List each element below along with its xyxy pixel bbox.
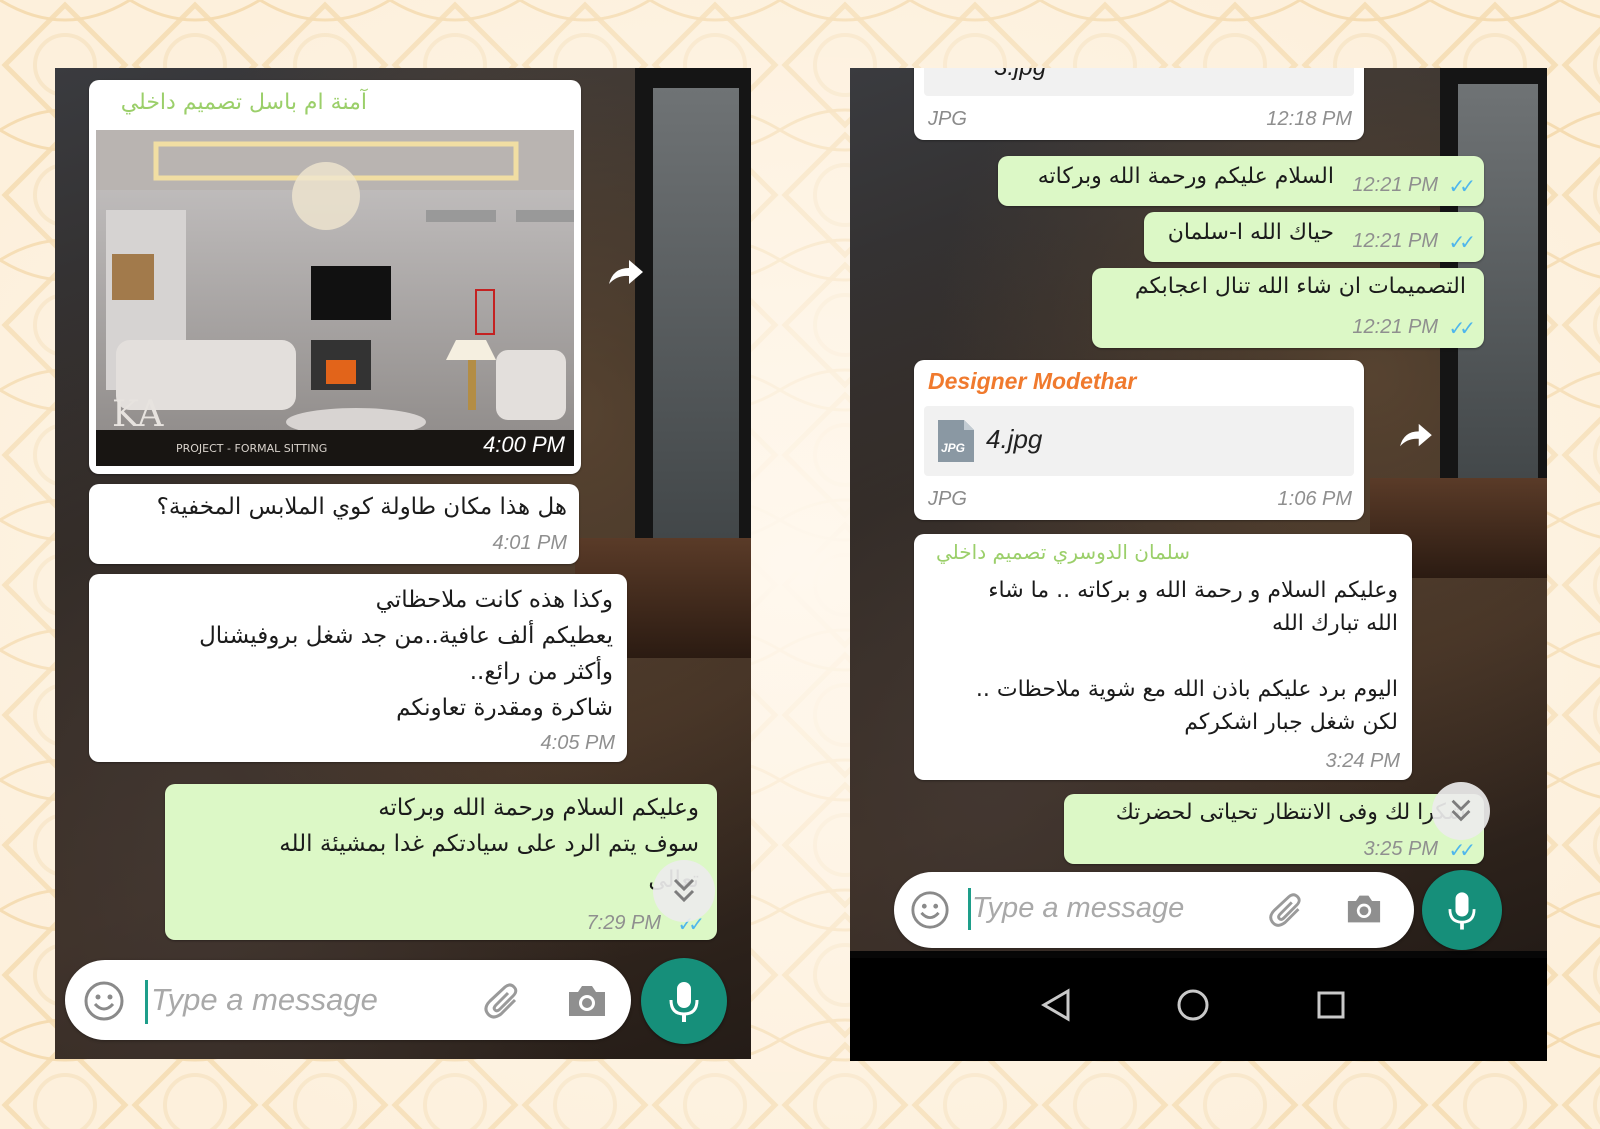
sender-name: Designer Modethar — [928, 368, 1137, 394]
text-caret — [145, 980, 148, 1024]
scroll-down-icon — [673, 878, 695, 903]
message-line: شاكرة ومقدرة تعاونكم — [396, 695, 613, 721]
message-line: اليوم برد عليكم باذن الله مع شوية ملاحظا… — [975, 677, 1398, 702]
forward-icon[interactable] — [1396, 422, 1434, 450]
message-line: سوف يتم الرد على سيادتكم غدا بمشيئة الله — [279, 831, 699, 857]
message-line: وعليكم السلام ورحمة الله وبركاته — [378, 795, 699, 821]
nav-recents-icon[interactable] — [1316, 990, 1346, 1020]
scroll-down-button[interactable] — [1432, 782, 1490, 840]
scroll-down-icon — [1451, 799, 1471, 822]
file-message[interactable]: 3.jpg JPG 12:18 PM — [914, 68, 1364, 140]
nav-back-icon[interactable] — [1040, 988, 1072, 1022]
message-bubble[interactable]: شكرا لك وفى الانتظار تحياتى لحضرتك 3:25 … — [1064, 794, 1484, 864]
message-line: وكذا هذه كانت ملاحظاتي — [375, 587, 613, 613]
message-input-bar[interactable]: Type a message — [894, 872, 1414, 948]
message-bubble[interactable]: هل هذا مكان طاولة كوي الملابس المخفية؟ 4… — [89, 484, 579, 564]
message-text: وعليكم السلام و رحمة الله و بركاته .. ما… — [976, 574, 1398, 739]
message-time: 3:25 PM — [1363, 838, 1438, 860]
mic-button[interactable] — [1422, 870, 1502, 950]
read-ticks: ✓✓ — [1448, 174, 1475, 198]
chat-screen-left: آمنة ام باسل تصميم داخلي KA PROJECT - FO… — [55, 68, 751, 1059]
message-line: وعليكم السلام و رحمة الله و بركاته .. ما… — [988, 578, 1398, 603]
message-bubble[interactable]: التصميمات ان شاء الله تنال اعجابكم 12:21… — [1092, 268, 1484, 348]
message-line: يعطيكم ألف عافية..من جد شغل بروفيشنال — [199, 623, 613, 649]
nav-home-icon[interactable] — [1176, 988, 1210, 1022]
interior-design-image[interactable]: KA PROJECT - FORMAL SITTING — [96, 130, 574, 466]
file-preview[interactable]: 3.jpg — [924, 68, 1354, 96]
mic-icon — [1448, 892, 1476, 930]
mic-button[interactable] — [641, 958, 727, 1044]
forward-icon[interactable] — [605, 258, 645, 288]
file-type: JPG — [928, 488, 967, 510]
message-time: 12:21 PM — [1352, 316, 1438, 338]
message-text: التصميمات ان شاء الله تنال اعجابكم — [1134, 274, 1466, 299]
message-bubble[interactable]: سلمان الدوسري تصميم داخلي وعليكم السلام … — [914, 534, 1412, 780]
svg-text:KA: KA — [112, 394, 164, 435]
read-ticks: ✓✓ — [1448, 838, 1475, 862]
file-name: 3.jpg — [994, 68, 1046, 82]
message-input[interactable]: Type a message — [972, 892, 1184, 925]
message-text: السلام عليكم ورحمة الله وبركاته — [1037, 164, 1334, 189]
message-text: هل هذا مكان طاولة كوي الملابس المخفية؟ — [156, 494, 567, 520]
message-text: وعليكم السلام ورحمة الله وبركاته سوف يتم… — [279, 790, 699, 898]
message-time: 1:06 PM — [1277, 488, 1352, 510]
message-input-bar[interactable]: Type a message — [65, 960, 631, 1040]
file-message[interactable]: Designer Modethar JPG 4.jpg JPG 1:06 PM — [914, 360, 1364, 520]
message-line: الله تبارك الله — [1272, 611, 1398, 636]
message-bubble[interactable]: حياك الله ا-سلمان 12:21 PM ✓✓ — [1144, 212, 1484, 262]
sender-name: سلمان الدوسري تصميم داخلي — [936, 540, 1190, 564]
message-bubble[interactable]: وكذا هذه كانت ملاحظاتي يعطيكم ألف عافية.… — [89, 574, 627, 762]
message-time: 4:00 PM — [483, 432, 565, 457]
chat-screen-right: 3.jpg JPG 12:18 PM السلام عليكم ورحمة ال… — [850, 68, 1547, 1061]
file-name: 4.jpg — [986, 424, 1043, 454]
message-time: 12:21 PM — [1352, 230, 1438, 252]
message-line: تعالى — [279, 862, 699, 898]
message-input[interactable]: Type a message — [151, 982, 378, 1018]
emoji-icon[interactable] — [910, 890, 950, 930]
message-time: 4:05 PM — [540, 732, 615, 754]
message-time: 4:01 PM — [492, 532, 567, 554]
camera-icon[interactable] — [565, 982, 609, 1020]
message-time: 7:29 PM — [586, 912, 661, 934]
attach-icon[interactable] — [1266, 890, 1308, 932]
message-bubble[interactable]: وعليكم السلام ورحمة الله وبركاته سوف يتم… — [165, 784, 717, 940]
sender-name: آمنة ام باسل تصميم داخلي — [120, 90, 367, 115]
image-message[interactable]: آمنة ام باسل تصميم داخلي KA PROJECT - FO… — [89, 80, 581, 474]
file-icon-label: JPG — [941, 441, 965, 455]
text-caret — [968, 888, 971, 930]
message-line: وأكثر من رائع.. — [469, 659, 613, 685]
android-nav-bar — [850, 958, 1547, 1061]
attach-icon[interactable] — [481, 980, 525, 1024]
message-time: 12:21 PM — [1352, 174, 1438, 196]
message-text: حياك الله ا-سلمان — [1167, 220, 1334, 245]
camera-icon[interactable] — [1344, 892, 1384, 926]
message-time: 12:18 PM — [1266, 108, 1352, 130]
mic-icon — [669, 982, 699, 1022]
read-ticks: ✓✓ — [1448, 230, 1475, 254]
file-jpg-icon: JPG — [938, 420, 974, 462]
message-time: 3:24 PM — [1325, 750, 1400, 772]
read-ticks: ✓✓ — [1448, 316, 1475, 340]
message-bubble[interactable]: السلام عليكم ورحمة الله وبركاته 12:21 PM… — [998, 156, 1484, 206]
file-type: JPG — [928, 108, 967, 130]
message-text: شكرا لك وفى الانتظار تحياتى لحضرتك — [1115, 800, 1466, 825]
emoji-icon[interactable] — [83, 980, 125, 1022]
message-line — [976, 640, 1398, 673]
message-line: لكن شغل جبار اشكركم — [1184, 710, 1398, 735]
file-preview[interactable]: JPG 4.jpg — [924, 406, 1354, 476]
scroll-down-button[interactable] — [653, 860, 715, 922]
svg-text:PROJECT - FORMAL SITTING: PROJECT - FORMAL SITTING — [176, 442, 327, 455]
message-text: وكذا هذه كانت ملاحظاتي يعطيكم ألف عافية.… — [199, 582, 613, 726]
